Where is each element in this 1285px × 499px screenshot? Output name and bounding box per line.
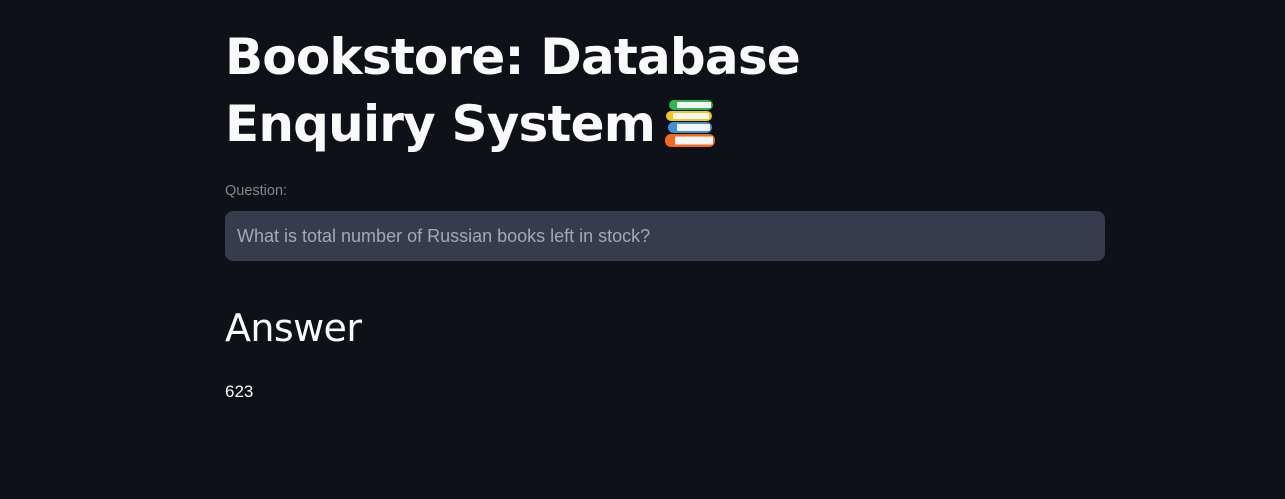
books-icon (663, 97, 717, 149)
page-title: Bookstore: Database Enquiry System (225, 24, 985, 158)
question-label: Question: (225, 183, 288, 199)
answer-heading: Answer (225, 306, 362, 350)
answer-value: 623 (225, 382, 254, 401)
question-input[interactable] (225, 211, 1105, 261)
